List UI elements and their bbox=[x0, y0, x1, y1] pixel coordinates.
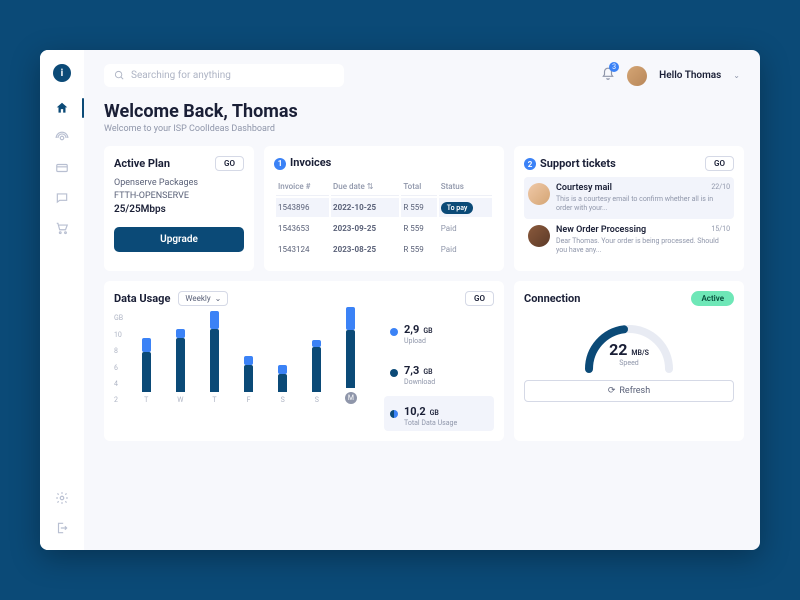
nav-connection[interactable] bbox=[54, 130, 70, 146]
invoices-badge: 1 bbox=[274, 158, 286, 170]
connection-card: Connection Active 22 MB/SSpeed ⟳Refresh bbox=[514, 281, 744, 441]
download-dot-icon bbox=[390, 369, 398, 377]
col-invoice-num: Invoice # bbox=[276, 178, 329, 196]
data-usage-card: Data Usage Weekly⌄ GO GB108642 TWTFSSM 2… bbox=[104, 281, 504, 441]
usage-chart: GB108642 TWTFSSM bbox=[114, 314, 368, 431]
active-plan-card: Active Plan GO Openserve Packages FTTH-O… bbox=[104, 146, 254, 271]
main-content: Searching for anything 3 Hello Thomas ⌄ … bbox=[84, 50, 760, 550]
user-greeting: Hello Thomas bbox=[659, 70, 721, 81]
col-status: Status bbox=[439, 178, 492, 196]
download-stat: 7,3 GBDownload bbox=[384, 355, 494, 390]
notification-count: 3 bbox=[609, 62, 619, 72]
page-title: Welcome Back, Thomas bbox=[104, 101, 740, 122]
search-input[interactable]: Searching for anything bbox=[104, 64, 344, 87]
sort-icon: ⇅ bbox=[367, 182, 374, 191]
app-window: i Searching for anything 3 Hello Thom bbox=[40, 50, 760, 550]
page-heading: Welcome Back, Thomas Welcome to your ISP… bbox=[104, 101, 740, 134]
upload-dot-icon bbox=[390, 328, 398, 336]
upload-stat: 2,9 GBUpload bbox=[384, 314, 494, 349]
topbar: Searching for anything 3 Hello Thomas ⌄ bbox=[104, 64, 740, 87]
chevron-down-icon[interactable]: ⌄ bbox=[733, 71, 740, 80]
avatar bbox=[528, 225, 550, 247]
status-badge: Active bbox=[691, 291, 734, 306]
tickets-badge: 2 bbox=[524, 158, 536, 170]
avatar bbox=[528, 183, 550, 205]
nav-billing[interactable] bbox=[54, 160, 70, 176]
notifications-button[interactable]: 3 bbox=[601, 66, 615, 85]
bar: T bbox=[133, 302, 159, 404]
bar: F bbox=[236, 302, 262, 404]
logo-icon: i bbox=[53, 64, 71, 82]
total-stat: 10,2 GBTotal Data Usage bbox=[384, 396, 494, 431]
table-row[interactable]: 15438962022-10-25R 559To pay bbox=[276, 198, 492, 217]
ticket-item[interactable]: Courtesy mail22/10This is a courtesy ema… bbox=[524, 177, 734, 219]
nav-settings[interactable] bbox=[54, 490, 70, 506]
nav-logout[interactable] bbox=[54, 520, 70, 536]
table-row[interactable]: 15431242023-08-25R 559Paid bbox=[276, 240, 492, 259]
upgrade-button[interactable]: Upgrade bbox=[114, 227, 244, 252]
refresh-button[interactable]: ⟳Refresh bbox=[524, 380, 734, 402]
bar: S bbox=[304, 302, 330, 404]
sidebar: i bbox=[40, 50, 84, 550]
invoices-table: Invoice # Due date ⇅ Total Status 154389… bbox=[274, 176, 494, 261]
speed-gauge: 22 MB/SSpeed bbox=[524, 314, 734, 374]
y-axis-label: GB bbox=[114, 314, 123, 322]
avatar[interactable] bbox=[627, 66, 647, 86]
total-dot-icon bbox=[390, 410, 398, 418]
tickets-go-button[interactable]: GO bbox=[705, 156, 734, 171]
plan-title: Active Plan bbox=[114, 157, 170, 170]
col-due-date[interactable]: Due date ⇅ bbox=[331, 178, 399, 196]
plan-speed: 25/25Mbps bbox=[114, 204, 244, 215]
plan-provider: Openserve Packages bbox=[114, 177, 244, 190]
ticket-item[interactable]: New Order Processing15/10Dear Thomas. Yo… bbox=[524, 219, 734, 261]
nav-messages[interactable] bbox=[54, 190, 70, 206]
plan-go-button[interactable]: GO bbox=[215, 156, 244, 171]
invoices-card: 1 Invoices Invoice # Due date ⇅ Total Sta… bbox=[264, 146, 504, 271]
search-icon bbox=[114, 70, 125, 81]
nav-shop[interactable] bbox=[54, 220, 70, 236]
tickets-card: 2 Support tickets GO Courtesy mail22/10Th… bbox=[514, 146, 744, 271]
invoices-title: Invoices bbox=[290, 156, 331, 169]
bar: S bbox=[270, 302, 296, 404]
connection-title: Connection bbox=[524, 292, 580, 305]
search-placeholder: Searching for anything bbox=[131, 70, 231, 81]
nav-home[interactable] bbox=[54, 100, 70, 116]
col-total: Total bbox=[401, 178, 436, 196]
refresh-icon: ⟳ bbox=[608, 386, 616, 396]
bar: M bbox=[338, 298, 364, 404]
plan-package: FTTH-OPENSERVE bbox=[114, 190, 244, 203]
tickets-title: Support tickets bbox=[540, 157, 616, 170]
bar: W bbox=[167, 302, 193, 404]
table-row[interactable]: 15436532023-09-25R 559Paid bbox=[276, 219, 492, 238]
page-subtitle: Welcome to your ISP CoolIdeas Dashboard bbox=[104, 124, 740, 134]
bar: T bbox=[201, 302, 227, 404]
usage-go-button[interactable]: GO bbox=[465, 291, 494, 306]
